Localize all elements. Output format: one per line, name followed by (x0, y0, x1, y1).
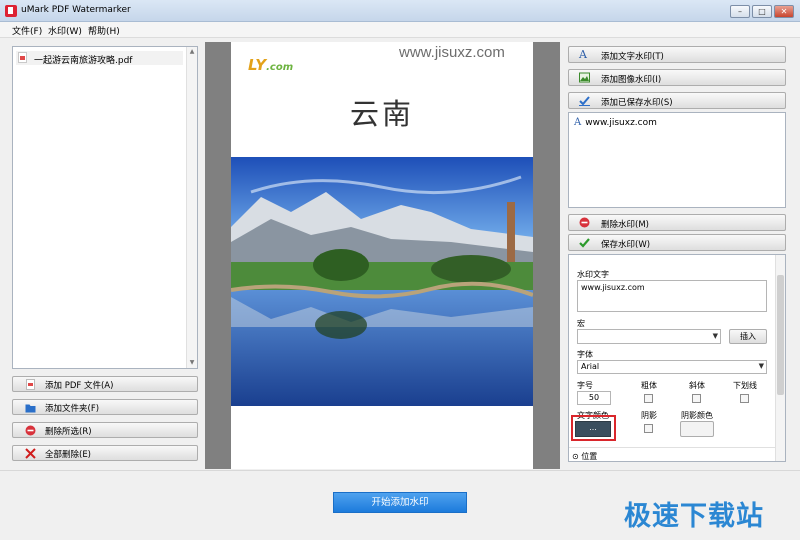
logo-text: LY (248, 56, 267, 74)
delete-watermark-button[interactable]: 删除水印(M) (568, 214, 786, 231)
underline-checkbox[interactable] (740, 394, 749, 403)
checkmark-icon (579, 238, 590, 248)
highlight-box (571, 415, 616, 441)
chevron-down-icon: ▼ (712, 332, 718, 340)
delete-selected-button[interactable]: 删除所选(R) (12, 422, 198, 438)
minimize-button[interactable]: – (730, 5, 750, 18)
delete-all-button[interactable]: 全部删除(E) (12, 445, 198, 461)
add-pdf-button[interactable]: 添加 PDF 文件(A) (12, 376, 198, 392)
watermark-text-input[interactable]: www.jisuxz.com (577, 280, 767, 312)
window-title: uMark PDF Watermarker (21, 5, 131, 15)
app-icon (5, 5, 17, 17)
file-list-item[interactable]: 一起游云南旅游攻略.pdf (16, 51, 183, 66)
macro-select[interactable]: ▼ (577, 329, 721, 344)
landscape-photo (231, 157, 533, 406)
scroll-up-arrow-icon[interactable]: ▲ (187, 47, 197, 57)
menu-watermark[interactable]: 水印(W) (48, 24, 82, 37)
menu-bar: 文件(F) 水印(W) 帮助(H) (0, 22, 800, 38)
image-icon (579, 72, 590, 83)
scroll-down-arrow-icon[interactable]: ▼ (187, 358, 197, 368)
macro-label: 宏 (577, 319, 585, 328)
size-label: 字号 (577, 381, 593, 390)
add-pdf-label: 添加 PDF 文件(A) (45, 381, 114, 391)
watermark-properties-panel: 水印文字 www.jisuxz.com 宏 ▼ 插入 字体 Arial ▼ 字号… (568, 254, 786, 462)
add-saved-watermark-button[interactable]: 添加已保存水印(S) (568, 92, 786, 109)
add-saved-watermark-label: 添加已保存水印(S) (601, 98, 673, 108)
brand-watermark: 极速下载站 (624, 501, 764, 532)
shadow-color-button[interactable] (680, 421, 714, 437)
scroll-thumb[interactable] (777, 275, 784, 395)
start-watermark-button[interactable]: 开始添加水印 (333, 492, 467, 513)
menu-file[interactable]: 文件(F) (12, 24, 42, 37)
maximize-button[interactable]: □ (752, 5, 772, 18)
delete-watermark-label: 删除水印(M) (601, 220, 649, 230)
pdf-file-icon (26, 379, 35, 390)
close-button[interactable]: ✕ (774, 5, 794, 18)
menu-help[interactable]: 帮助(H) (88, 24, 120, 37)
add-image-watermark-label: 添加图像水印(I) (601, 75, 662, 85)
shadow-checkbox[interactable] (644, 424, 653, 433)
size-input[interactable]: 50 (577, 391, 611, 405)
properties-scrollbar[interactable] (775, 255, 785, 461)
position-label: 位置 (581, 452, 598, 461)
delete-all-label: 全部删除(E) (45, 450, 92, 460)
text-watermark-icon: A (574, 117, 582, 128)
bold-checkbox[interactable] (644, 394, 653, 403)
text-a-icon: A (579, 48, 587, 61)
watermark-list[interactable]: Awww.jisuxz.com (568, 112, 786, 208)
add-text-watermark-label: 添加文字水印(T) (601, 52, 664, 62)
delete-selected-label: 删除所选(R) (45, 427, 92, 437)
shadow-label: 阴影 (641, 411, 657, 420)
save-watermark-button[interactable]: 保存水印(W) (568, 234, 786, 251)
italic-checkbox[interactable] (692, 394, 701, 403)
italic-label: 斜体 (689, 381, 705, 390)
pdf-preview: LY.com www.jisuxz.com 云南 (205, 42, 560, 469)
add-image-watermark-button[interactable]: 添加图像水印(I) (568, 69, 786, 86)
font-label: 字体 (577, 350, 593, 359)
file-list[interactable]: 一起游云南旅游攻略.pdf ▲ ▼ (12, 46, 198, 369)
folder-icon (25, 404, 36, 413)
delete-x-icon (25, 448, 36, 459)
ly-logo: LY.com (248, 56, 293, 74)
font-value: Arial (581, 362, 600, 371)
add-text-watermark-button[interactable]: A 添加文字水印(T) (568, 46, 786, 63)
file-name: 一起游云南旅游攻略.pdf (34, 56, 133, 66)
watermark-item-text: www.jisuxz.com (585, 118, 657, 128)
font-select[interactable]: Arial ▼ (577, 360, 767, 374)
expand-icon: ⊙ (572, 452, 579, 461)
watermark-list-item[interactable]: Awww.jisuxz.com (574, 117, 657, 128)
add-folder-button[interactable]: 添加文件夹(F) (12, 399, 198, 415)
remove-icon (25, 425, 36, 436)
file-list-scrollbar[interactable]: ▲ ▼ (186, 47, 197, 368)
pdf-file-icon (18, 52, 27, 63)
bottom-bar: 开始添加水印 极速下载站 (0, 470, 800, 540)
divider (569, 447, 777, 448)
saved-check-icon (579, 96, 590, 106)
shadow-color-label: 阴影颜色 (681, 411, 713, 420)
bold-label: 粗体 (641, 381, 657, 390)
logo-suffix: .com (266, 62, 294, 73)
add-folder-label: 添加文件夹(F) (45, 404, 100, 414)
save-watermark-label: 保存水印(W) (601, 240, 651, 250)
watermark-text-label: 水印文字 (577, 270, 609, 279)
page-title: 云南 (349, 97, 414, 131)
position-section[interactable]: ⊙ 位置 (572, 451, 598, 461)
watermark-preview-text: www.jisuxz.com (399, 44, 505, 61)
underline-label: 下划线 (733, 381, 757, 390)
insert-button[interactable]: 插入 (729, 329, 767, 344)
chevron-down-icon: ▼ (758, 362, 764, 370)
title-bar: uMark PDF Watermarker – □ ✕ (0, 0, 800, 22)
pdf-page: LY.com www.jisuxz.com 云南 (231, 42, 533, 469)
remove-icon (579, 217, 590, 228)
